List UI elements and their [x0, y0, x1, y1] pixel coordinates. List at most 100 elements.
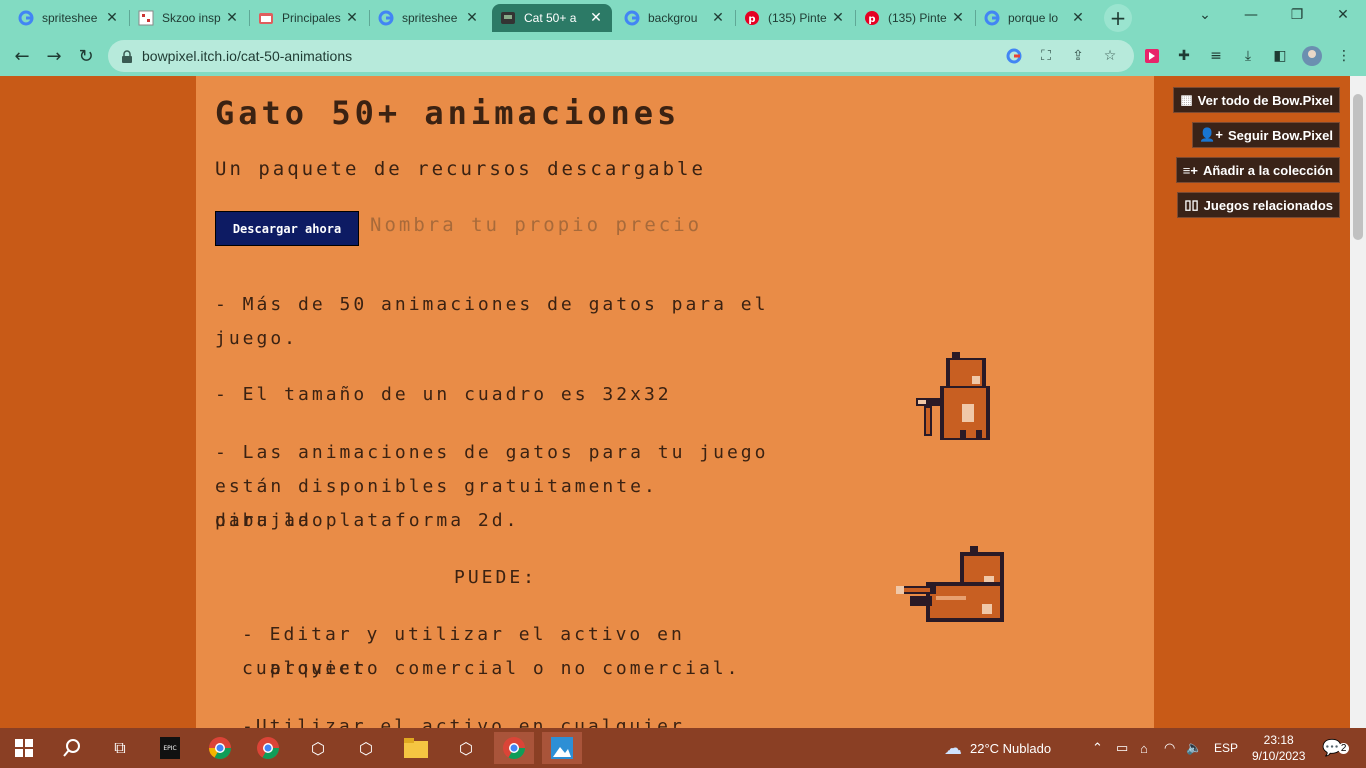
close-icon[interactable]: ✕: [710, 10, 726, 26]
new-tab-button[interactable]: +: [1104, 4, 1132, 32]
forward-button[interactable]: →: [40, 42, 68, 70]
google-lens-icon[interactable]: [1006, 48, 1022, 64]
tab-2[interactable]: Skzoo insp ✕: [130, 4, 248, 32]
bookmark-star-icon[interactable]: ☆: [1102, 48, 1118, 64]
url-input[interactable]: [142, 48, 842, 64]
view-all-button[interactable]: ▦ Ver todo de Bow.Pixel: [1173, 87, 1340, 113]
close-window-button[interactable]: ✕: [1320, 0, 1366, 30]
reload-button[interactable]: ↻: [72, 42, 100, 70]
related-label: Juegos relacionados: [1203, 197, 1333, 213]
itch-icon: [500, 10, 516, 26]
close-icon[interactable]: ✕: [588, 10, 604, 26]
related-games-button[interactable]: ▯▯ Juegos relacionados: [1177, 192, 1340, 218]
desc-line: para la plataforma 2d.: [215, 510, 520, 531]
avatar[interactable]: [1302, 46, 1322, 66]
desc-line: juego.: [215, 328, 299, 349]
tab-1[interactable]: spriteshee ✕: [10, 4, 128, 32]
close-icon[interactable]: ✕: [1070, 10, 1086, 26]
add-user-icon: 👤+: [1199, 127, 1223, 142]
google-icon: [624, 10, 640, 26]
scrollbar-thumb[interactable]: [1353, 94, 1363, 240]
cloud-icon: ☁: [944, 737, 962, 758]
pinterest-icon: p: [864, 10, 880, 26]
back-button[interactable]: ←: [8, 42, 36, 70]
follow-button[interactable]: 👤+ Seguir Bow.Pixel: [1192, 122, 1340, 148]
task-view-icon[interactable]: ⧉: [100, 732, 140, 764]
volume-icon[interactable]: 🔈: [1186, 728, 1202, 768]
lock-icon[interactable]: [120, 49, 134, 63]
file-explorer-icon[interactable]: [396, 732, 436, 764]
clock[interactable]: 23:18 9/10/2023: [1252, 728, 1305, 768]
tab-5-active[interactable]: Cat 50+ a ✕: [492, 4, 612, 32]
extension-icon[interactable]: [1142, 46, 1162, 66]
hidden-icons-chevron-icon[interactable]: ⌃: [1092, 728, 1103, 768]
address-bar[interactable]: ⛶ ⇪ ☆: [108, 40, 1134, 72]
svg-text:p: p: [748, 14, 755, 25]
search-icon[interactable]: [52, 732, 92, 764]
extensions-puzzle-icon[interactable]: ✚: [1174, 46, 1194, 66]
clock-time: 23:18: [1263, 733, 1294, 747]
site-icon: [138, 10, 154, 26]
svg-text:EPIC: EPIC: [163, 745, 176, 752]
close-icon[interactable]: ✕: [950, 10, 966, 26]
photos-icon[interactable]: [542, 732, 582, 764]
notification-count: 2: [1337, 742, 1350, 754]
minimize-button[interactable]: —: [1228, 0, 1274, 30]
tab-strip: spriteshee ✕ Skzoo insp ✕ Principales ✕ …: [0, 0, 1366, 36]
media-control-icon[interactable]: ≡: [1206, 46, 1226, 66]
unity-icon[interactable]: ⬡: [298, 732, 338, 764]
download-icon[interactable]: ⤓: [1238, 46, 1258, 66]
clock-date: 9/10/2023: [1252, 749, 1306, 763]
tab-7[interactable]: p (135) Pinte ✕: [736, 4, 854, 32]
tab-4[interactable]: spriteshee ✕: [370, 4, 488, 32]
epic-games-icon[interactable]: EPIC: [150, 732, 190, 764]
translate-icon[interactable]: ⛶: [1038, 48, 1054, 64]
site-icon: [258, 10, 274, 26]
desc-line: - El tamaño de un cuadro es 32x32: [215, 384, 672, 405]
close-icon[interactable]: ✕: [104, 10, 120, 26]
page-subtitle: Un paquete de recursos descargable: [215, 158, 706, 180]
share-icon[interactable]: ⇪: [1070, 48, 1086, 64]
tab-label: Cat 50+ a: [524, 11, 577, 25]
google-icon: [984, 10, 1000, 26]
cat-lying-sprite: [896, 546, 1004, 622]
wifi-icon[interactable]: ◠: [1164, 728, 1175, 768]
battery-icon[interactable]: ▭: [1116, 728, 1128, 768]
chrome-profile-icon[interactable]: [248, 732, 288, 764]
page-scrollbar[interactable]: [1350, 76, 1366, 728]
close-icon[interactable]: ✕: [830, 10, 846, 26]
close-icon[interactable]: ✕: [464, 10, 480, 26]
tab-search-icon[interactable]: ⌄: [1182, 0, 1228, 30]
close-icon[interactable]: ✕: [344, 10, 360, 26]
unity-editor-icon[interactable]: ⬡: [446, 732, 486, 764]
notification-center-icon[interactable]: 💬 2: [1322, 728, 1350, 768]
menu-kebab-icon[interactable]: ⋮: [1334, 46, 1354, 66]
store-icon: ▦: [1180, 92, 1193, 107]
tab-label: backgrou: [648, 11, 698, 25]
download-button[interactable]: Descargar ahora: [215, 211, 359, 246]
tab-9[interactable]: porque lo ✕: [976, 4, 1094, 32]
desc-line: - Las animaciones de gatos para tu juego: [215, 442, 769, 463]
unity-hub-icon[interactable]: ⬡: [346, 732, 386, 764]
google-icon: [18, 10, 34, 26]
tab-8[interactable]: p (135) Pinte ✕: [856, 4, 974, 32]
tab-label: spriteshee: [42, 11, 98, 25]
price-label: Nombra tu propio precio: [370, 214, 703, 236]
chrome-active-icon[interactable]: [494, 732, 534, 764]
windows-start-icon[interactable]: [4, 732, 44, 764]
network-icon[interactable]: ⌂: [1140, 728, 1148, 768]
desc-line: -Utilizar el activo en cualquier proyect…: [242, 716, 685, 728]
close-icon[interactable]: ✕: [224, 10, 240, 26]
tab-6[interactable]: backgrou ✕: [616, 4, 734, 32]
page-viewport: Gato 50+ animaciones Un paquete de recur…: [0, 76, 1350, 728]
pinterest-icon: p: [744, 10, 760, 26]
tab-3[interactable]: Principales ✕: [250, 4, 368, 32]
add-to-collection-button[interactable]: ≡+ Añadir a la colección: [1175, 157, 1340, 183]
tab-label: porque lo: [1008, 11, 1059, 25]
side-panel-icon[interactable]: ◧: [1270, 46, 1290, 66]
weather-widget[interactable]: ☁ 22°C Nublado: [944, 728, 1051, 768]
chrome-icon[interactable]: [200, 732, 240, 764]
language-indicator[interactable]: ESP: [1214, 728, 1238, 768]
restore-button[interactable]: ❐: [1274, 0, 1320, 30]
tab-label: spriteshee: [402, 11, 458, 25]
